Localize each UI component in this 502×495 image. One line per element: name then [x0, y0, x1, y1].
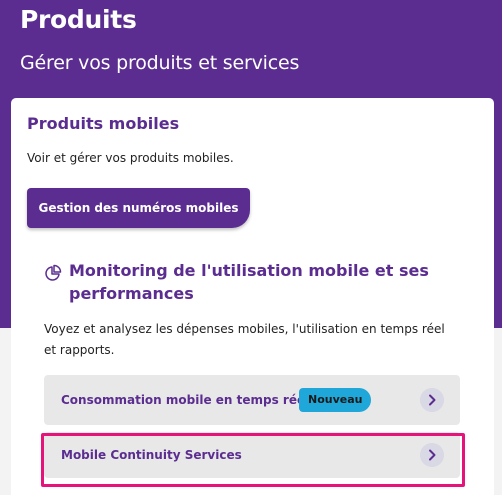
realtime-consumption-link[interactable]: Consommation mobile en temps réel Nouvea… — [44, 375, 460, 425]
chevron-right-icon[interactable] — [420, 388, 444, 412]
link-label: Consommation mobile en temps réel — [61, 393, 310, 407]
pie-chart-icon — [45, 264, 62, 281]
section-title: Monitoring de l'utilisation mobile et se… — [69, 261, 429, 303]
manage-mobile-numbers-button[interactable]: Gestion des numéros mobiles — [27, 188, 250, 228]
page-subtitle: Gérer vos produits et services — [20, 52, 300, 74]
chevron-right-icon[interactable] — [420, 443, 444, 467]
mobile-products-card: Produits mobiles Voir et gérer vos produ… — [11, 98, 494, 495]
card-description: Voir et gérer vos produits mobiles. — [27, 151, 234, 165]
link-label: Mobile Continuity Services — [61, 448, 242, 462]
section-description: Voyez et analysez les dépenses mobiles, … — [44, 322, 445, 357]
page-title: Produits — [20, 5, 137, 34]
card-title: Produits mobiles — [27, 114, 180, 133]
mobile-continuity-services-link[interactable]: Mobile Continuity Services — [44, 432, 460, 478]
new-badge: Nouveau — [299, 388, 372, 412]
